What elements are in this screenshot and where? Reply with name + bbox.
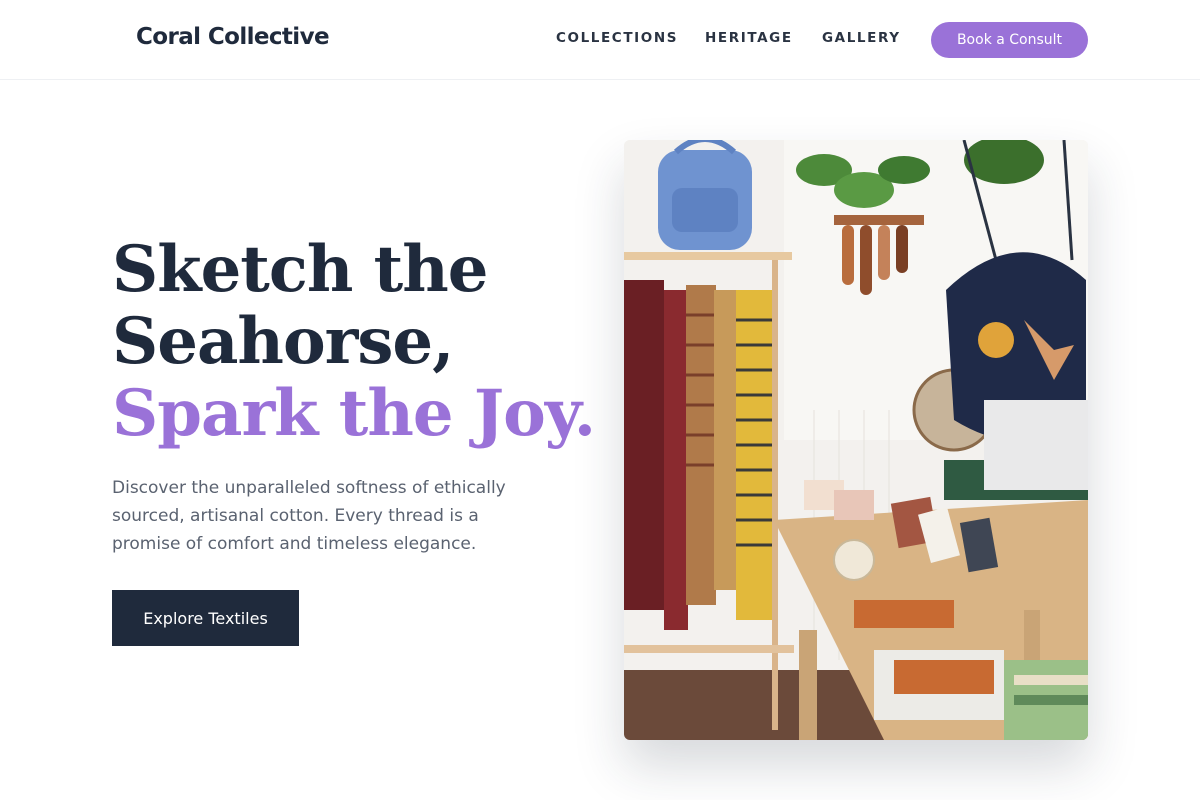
hero-shop-image xyxy=(624,140,1088,740)
headline-line-1: Sketch the xyxy=(112,232,488,307)
book-consult-button[interactable]: Book a Consult xyxy=(931,22,1088,58)
explore-textiles-button[interactable]: Explore Textiles xyxy=(112,590,299,646)
site-header: Coral Collective COLLECTIONS HERITAGE GA… xyxy=(0,0,1200,80)
nav-link-gallery[interactable]: GALLERY xyxy=(822,30,901,46)
hero-headline: Sketch the Seahorse, Spark the Joy. xyxy=(112,232,596,451)
nav-link-heritage[interactable]: HERITAGE xyxy=(705,30,793,46)
hero-description: Discover the unparalleled softness of et… xyxy=(112,478,506,554)
hanging-clothes xyxy=(624,280,776,630)
nav-link-collections[interactable]: COLLECTIONS xyxy=(556,30,678,46)
brand-logo[interactable]: Coral Collective xyxy=(136,24,330,50)
blue-backpack xyxy=(658,140,752,250)
headline-accent-line: Spark the Joy. xyxy=(112,376,596,451)
shop-interior-illustration xyxy=(624,140,1088,740)
headline-line-2: Seahorse, xyxy=(112,304,454,379)
